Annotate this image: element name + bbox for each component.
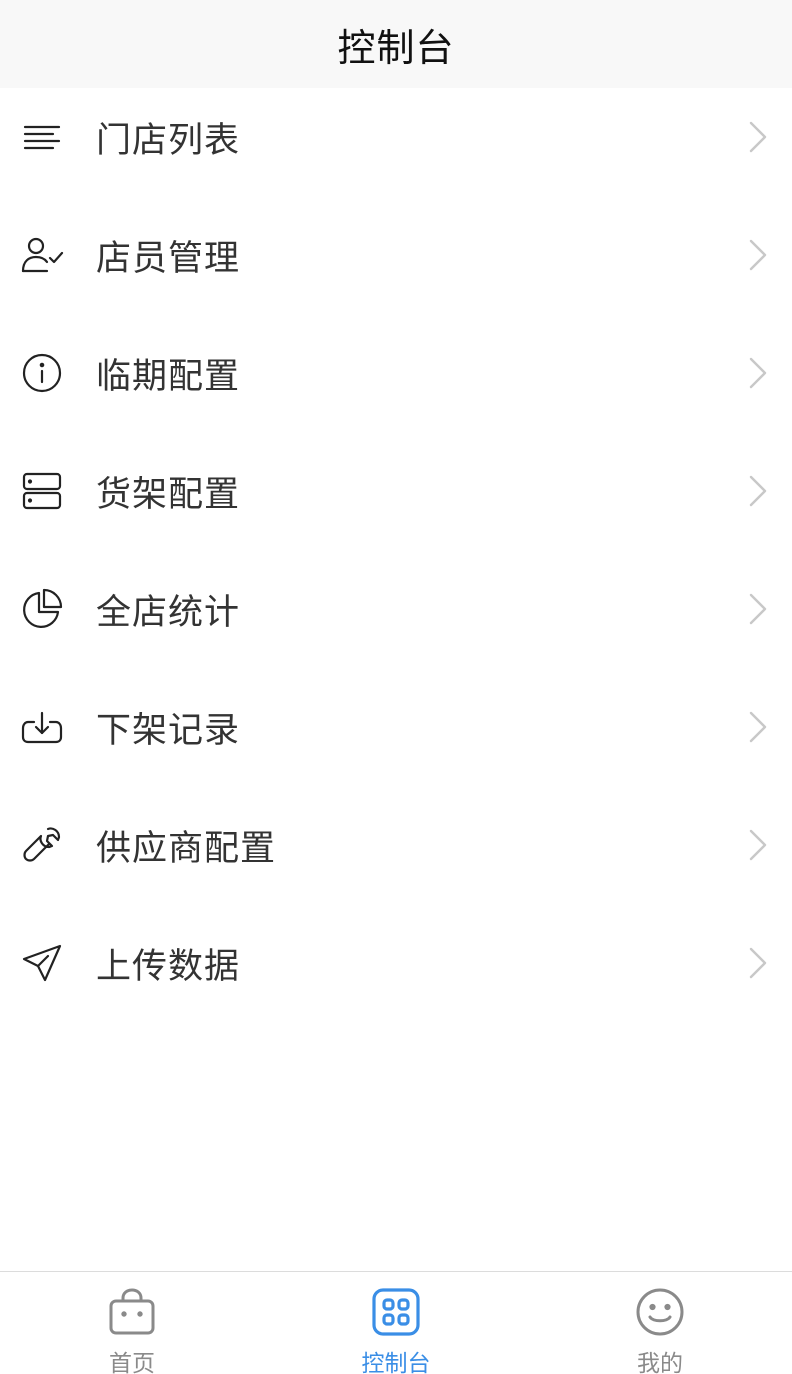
download-icon [20, 705, 64, 749]
menu-item-expiry-config[interactable]: 临期配置 [0, 314, 792, 432]
tab-label: 首页 [109, 1351, 155, 1374]
info-icon [20, 351, 64, 395]
nav-bar: 控制台 [0, 0, 792, 88]
tab-mine[interactable]: 我的 [528, 1272, 792, 1374]
menu-item-label: 临期配置 [96, 356, 241, 397]
tab-console[interactable]: 控制台 [264, 1272, 528, 1374]
menu-item-label: 供应商配置 [96, 828, 277, 869]
pie-chart-icon [20, 587, 64, 631]
menu-item-store-statistics[interactable]: 全店统计 [0, 550, 792, 668]
chevron-right-icon [746, 474, 770, 508]
menu-item-label: 货架配置 [96, 474, 241, 515]
shopping-bag-icon [106, 1286, 158, 1338]
chevron-right-icon [746, 356, 770, 390]
wrench-icon [20, 823, 64, 867]
chevron-right-icon [746, 946, 770, 980]
menu-item-shelf-config[interactable]: 货架配置 [0, 432, 792, 550]
console-page: 控制台 门店列表 店员管理 临期配置 货架配置 全店统计 下架记录 供应商配置 … [0, 0, 792, 1374]
server-icon [20, 469, 64, 513]
menu-item-store-list[interactable]: 门店列表 [0, 78, 792, 196]
chevron-right-icon [746, 120, 770, 154]
menu-list: 门店列表 店员管理 临期配置 货架配置 全店统计 下架记录 供应商配置 上传数据 [0, 78, 792, 1022]
menu-item-staff-management[interactable]: 店员管理 [0, 196, 792, 314]
menu-item-label: 全店统计 [96, 592, 241, 633]
chevron-right-icon [746, 592, 770, 626]
menu-item-label: 门店列表 [96, 120, 241, 161]
tab-label: 控制台 [361, 1351, 431, 1374]
grid-icon [370, 1286, 422, 1338]
tab-bar: 首页 控制台 我的 [0, 1271, 792, 1374]
smile-icon [634, 1286, 686, 1338]
chevron-right-icon [746, 238, 770, 272]
menu-item-removal-records[interactable]: 下架记录 [0, 668, 792, 786]
user-check-icon [20, 233, 64, 277]
menu-item-label: 上传数据 [96, 946, 241, 987]
page-title: 控制台 [337, 25, 455, 70]
chevron-right-icon [746, 828, 770, 862]
chevron-right-icon [746, 710, 770, 744]
menu-item-supplier-config[interactable]: 供应商配置 [0, 786, 792, 904]
tab-home[interactable]: 首页 [0, 1272, 264, 1374]
tab-label: 我的 [637, 1351, 683, 1374]
send-icon [20, 941, 64, 985]
list-icon [20, 115, 64, 159]
menu-item-label: 下架记录 [96, 710, 241, 751]
menu-item-label: 店员管理 [96, 238, 241, 279]
menu-item-upload-data[interactable]: 上传数据 [0, 904, 792, 1022]
